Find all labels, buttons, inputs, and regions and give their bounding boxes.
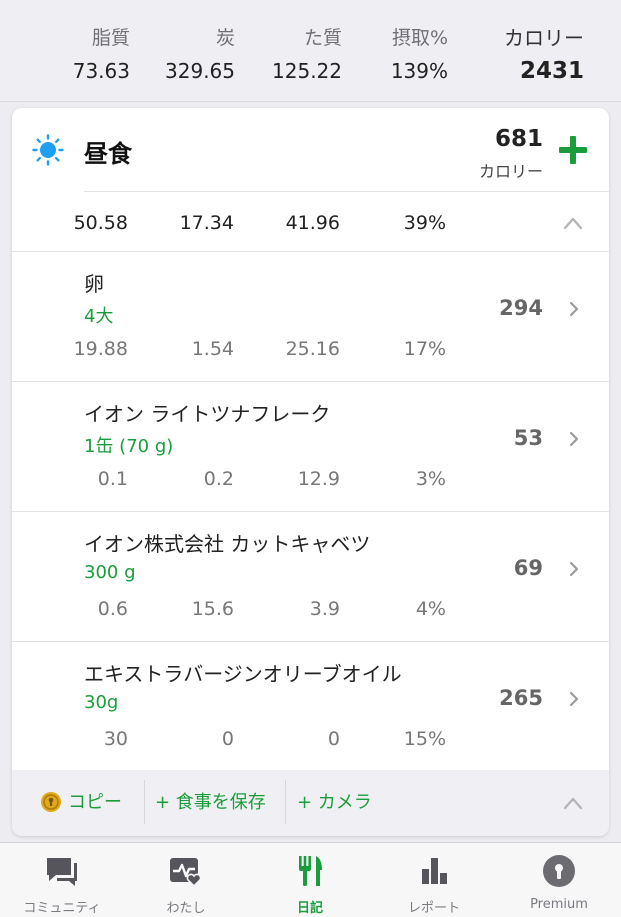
daily-summary: 脂質 73.63 炭 329.65 た質 125.22 摂取% 139% カロリ… [0, 0, 621, 102]
food-calories: 53 [513, 426, 543, 450]
meal-totals-row: 50.58 17.34 41.96 39% [12, 192, 609, 252]
summary-calories: カロリー 2431 [490, 26, 584, 84]
food-pct: 4% [415, 598, 446, 620]
summary-intake-pct: 摂取% 139% [380, 26, 448, 84]
meal-total-carbs: 17.34 [179, 212, 234, 234]
bottom-tab-bar: コミュニティ わたし 日記 レポート Premium [0, 842, 621, 917]
food-name: エキストラバージンオリーブオイル [84, 662, 402, 686]
food-calories: 265 [499, 686, 543, 710]
food-carbs: 0.2 [203, 468, 234, 490]
premium-lock-icon [41, 792, 61, 812]
food-serving: 300 g [84, 562, 136, 583]
tab-premium-label: Premium [530, 897, 588, 912]
divider [144, 780, 145, 824]
food-carbs: 15.6 [191, 598, 234, 620]
food-calories: 294 [499, 296, 543, 320]
summary-carbs-label: 炭 [215, 27, 235, 49]
meal-title: 昼食 [84, 140, 132, 168]
food-fat: 19.88 [73, 338, 128, 360]
summary-fat: 脂質 73.63 [60, 26, 130, 84]
summary-intake-label: 摂取% [391, 27, 448, 49]
tab-report-label: レポート [407, 901, 460, 916]
copy-button[interactable]: コピー [40, 770, 122, 836]
collapse-chevron-icon[interactable] [563, 216, 583, 230]
tab-diary[interactable]: 日記 [248, 843, 372, 917]
collapse-chevron-icon[interactable] [563, 796, 583, 810]
meal-total-pct: 39% [403, 212, 446, 234]
tab-me-label: わたし [166, 901, 206, 916]
summary-protein-label: た質 [303, 27, 342, 49]
food-pct: 17% [403, 338, 446, 360]
summary-fat-label: 脂質 [91, 27, 130, 49]
camera-button[interactable]: + カメラ [297, 770, 372, 836]
fork-knife-icon [299, 856, 322, 886]
food-pct: 3% [415, 468, 446, 490]
chevron-right-icon [569, 561, 579, 577]
summary-fat-value: 73.63 [72, 59, 130, 83]
food-calories: 69 [513, 556, 543, 580]
food-protein: 0 [327, 728, 340, 750]
meal-card-lunch: 昼食 681 カロリー 50.58 17.34 41.96 39% 卵 4大 1… [12, 108, 609, 836]
summary-calories-value: 2431 [519, 58, 584, 84]
food-item[interactable]: イオン ライトツナフレーク 1缶 (70 g) 0.1 0.2 12.9 3% … [12, 382, 609, 512]
tab-diary-label: 日記 [296, 901, 323, 916]
copy-label: コピー [68, 792, 122, 813]
summary-protein-value: 125.22 [272, 59, 342, 83]
meal-total-fat: 50.58 [73, 212, 128, 234]
chevron-right-icon [569, 431, 579, 447]
food-protein: 3.9 [309, 598, 340, 620]
tab-premium[interactable]: Premium [497, 843, 621, 917]
meal-action-bar: コピー + 食事を保存 + カメラ [12, 770, 609, 836]
meal-calories-unit: カロリー [478, 162, 543, 181]
premium-keyhole-icon [543, 855, 575, 887]
meal-calories: 681 [494, 126, 543, 152]
food-item[interactable]: イオン株式会社 カットキャベツ 300 g 0.6 15.6 3.9 4% 69 [12, 512, 609, 642]
summary-carbs: 炭 329.65 [150, 26, 235, 84]
food-name: イオン ライトツナフレーク [84, 402, 331, 426]
tab-me[interactable]: わたし [124, 843, 248, 917]
tab-community-label: コミュニティ [23, 901, 101, 916]
food-name: 卵 [84, 272, 104, 296]
food-protein: 12.9 [297, 468, 340, 490]
summary-calories-label: カロリー [504, 26, 584, 50]
sun-icon [32, 134, 64, 166]
save-meal-button[interactable]: + 食事を保存 [155, 770, 266, 836]
food-serving: 4大 [84, 306, 114, 327]
summary-carbs-value: 329.65 [165, 59, 235, 83]
food-carbs: 1.54 [191, 338, 234, 360]
chat-icon [47, 858, 77, 886]
heart-monitor-icon [170, 858, 202, 888]
chevron-right-icon [569, 301, 579, 317]
food-fat: 30 [103, 728, 128, 750]
meal-total-protein: 41.96 [285, 212, 340, 234]
food-fat: 0.1 [97, 468, 128, 490]
food-pct: 15% [403, 728, 446, 750]
tab-community[interactable]: コミュニティ [0, 843, 124, 917]
food-carbs: 0 [221, 728, 234, 750]
chevron-right-icon [569, 691, 579, 707]
meal-header[interactable]: 昼食 681 カロリー [12, 108, 609, 192]
food-serving: 1缶 (70 g) [84, 436, 174, 457]
food-serving: 30g [84, 692, 119, 713]
bar-chart-icon [422, 858, 447, 884]
divider [285, 780, 286, 824]
add-food-button[interactable] [557, 134, 589, 166]
summary-intake-value: 139% [390, 59, 448, 83]
tab-report[interactable]: レポート [372, 843, 496, 917]
food-fat: 0.6 [97, 598, 128, 620]
summary-protein: た質 125.22 [260, 26, 342, 84]
food-item[interactable]: 卵 4大 19.88 1.54 25.16 17% 294 [12, 252, 609, 382]
food-name: イオン株式会社 カットキャベツ [84, 532, 371, 556]
food-item[interactable]: エキストラバージンオリーブオイル 30g 30 0 0 15% 265 [12, 642, 609, 770]
food-protein: 25.16 [285, 338, 340, 360]
